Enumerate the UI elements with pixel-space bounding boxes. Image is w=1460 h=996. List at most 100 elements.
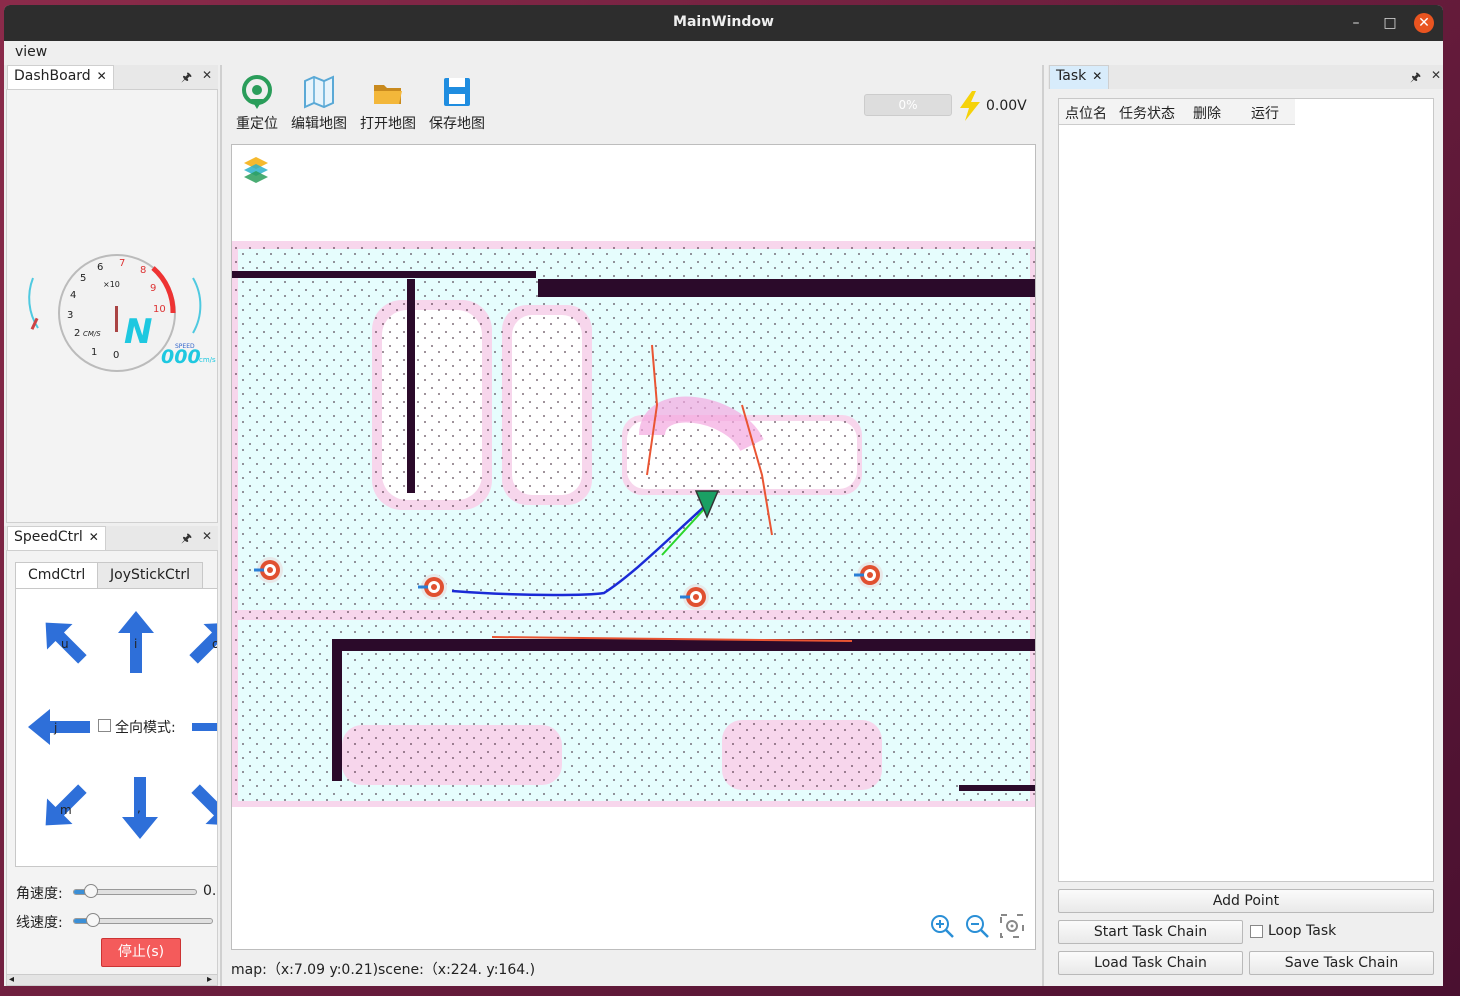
scene-coordinates: scene:（x:224. y:164.) (378, 962, 536, 978)
gauge-tick: 0 (113, 350, 120, 361)
gauge-tick: 10 (153, 304, 166, 315)
angular-speed-value: 0.1 (203, 883, 217, 899)
layers-icon[interactable] (242, 155, 270, 183)
save-map-button[interactable]: 保存地图 (424, 75, 490, 133)
speedctrl-tabbar: CmdCtrl JoyStickCtrl (15, 562, 217, 588)
map-coordinates: map:（x:7.09 y:0.21) (231, 962, 379, 978)
pin-icon[interactable]: 🖈 (1410, 68, 1421, 89)
map-view[interactable] (231, 144, 1036, 950)
angular-speed-slider[interactable] (73, 884, 197, 898)
gauge-tick: 7 (119, 258, 126, 269)
dashboard-panel: ×10 CM/S 1 2 3 4 5 6 7 8 9 10 0 N SPEED … (6, 89, 218, 523)
close-icon[interactable]: ✕ (1414, 13, 1434, 33)
close-icon[interactable]: ✕ (202, 68, 212, 82)
close-icon[interactable]: ✕ (1092, 69, 1102, 83)
gauge-tick: 5 (80, 273, 87, 284)
horizontal-scrollbar[interactable]: ◂ ▸ (7, 974, 217, 985)
relocate-button[interactable]: 重定位 (224, 75, 290, 133)
omni-mode-label: 全向模式: (115, 720, 176, 736)
column-task-status[interactable]: 任务状态 (1119, 103, 1175, 123)
key-comma-label: , (137, 801, 141, 815)
gauge-tick: 1 (91, 347, 98, 358)
save-map-label: 保存地图 (429, 116, 485, 132)
gauge-tick: 3 (67, 310, 74, 321)
task-tab[interactable]: Task ✕ (1049, 65, 1110, 89)
relocate-icon (242, 75, 272, 109)
gauge-needle (115, 306, 118, 332)
save-icon (444, 78, 470, 106)
start-task-chain-button[interactable]: Start Task Chain (1058, 920, 1243, 944)
tab-cmdctrl[interactable]: CmdCtrl (15, 562, 99, 588)
loop-task-label: Loop Task (1268, 923, 1337, 939)
stop-button[interactable]: 停止(s) (101, 938, 181, 967)
speed-value: 000 (161, 346, 201, 368)
zoom-in-icon[interactable] (929, 913, 955, 939)
progress-bar: 0% (864, 94, 952, 116)
task-table-header: 点位名 任务状态 删除 运行 (1059, 99, 1295, 125)
main-window: MainWindow – □ ✕ view DashBoard ✕ 🖈 ✕ ×10… (4, 5, 1443, 986)
title-bar: MainWindow – □ ✕ (4, 5, 1443, 41)
gauge-tick: 4 (70, 290, 77, 301)
key-i-label: i (134, 637, 138, 651)
arrow-left-button[interactable] (26, 707, 92, 747)
gauge-multiplier: ×10 (103, 280, 120, 289)
slider-handle[interactable] (84, 884, 98, 898)
minimize-icon[interactable]: – (1346, 13, 1366, 33)
open-map-label: 打开地图 (360, 116, 416, 132)
key-m-label: m (60, 803, 72, 817)
load-task-chain-button[interactable]: Load Task Chain (1058, 951, 1243, 975)
occupancy-map (232, 241, 1035, 949)
gear-indicator: N (124, 312, 153, 352)
gauge-tick: 2 (74, 328, 81, 339)
open-map-button[interactable]: 打开地图 (355, 75, 421, 133)
close-icon[interactable]: ✕ (89, 530, 99, 544)
scroll-left-icon[interactable]: ◂ (9, 974, 14, 985)
pin-icon[interactable]: 🖈 (181, 529, 192, 550)
speed-unit: cm/s (199, 356, 216, 364)
dashboard-tab[interactable]: DashBoard ✕ (7, 65, 114, 89)
add-point-button[interactable]: Add Point (1058, 889, 1434, 913)
loop-task-checkbox[interactable] (1250, 925, 1263, 938)
cmdctrl-pane: u i o j 全向模式: m , (15, 588, 218, 867)
close-icon[interactable]: ✕ (97, 69, 107, 83)
close-icon[interactable]: ✕ (202, 529, 212, 543)
angular-speed-label: 角速度: (16, 886, 63, 902)
dashboard-dock-title: DashBoard ✕ 🖈 ✕ (4, 65, 218, 89)
battery-bolt-icon (960, 91, 980, 121)
key-j-label: j (54, 721, 58, 735)
window-title: MainWindow (673, 14, 774, 30)
menu-view[interactable]: view (15, 44, 47, 60)
scroll-right-icon[interactable]: ▸ (207, 974, 212, 985)
maximize-icon[interactable]: □ (1380, 13, 1400, 33)
key-o-label: o (212, 637, 217, 651)
column-point-name[interactable]: 点位名 (1065, 103, 1107, 123)
zoom-out-icon[interactable] (964, 913, 990, 939)
column-run[interactable]: 运行 (1251, 103, 1279, 123)
dashboard-title: DashBoard (14, 68, 91, 84)
linear-speed-value: 0 (217, 912, 218, 928)
arrow-right-button[interactable] (192, 719, 218, 735)
speedctrl-tab[interactable]: SpeedCtrl ✕ (7, 526, 106, 550)
speedctrl-title: SpeedCtrl (14, 529, 83, 545)
edit-map-button[interactable]: 编辑地图 (286, 75, 352, 133)
pin-icon[interactable]: 🖈 (181, 68, 192, 89)
gauge-tick: 9 (150, 283, 157, 294)
column-delete[interactable]: 删除 (1193, 103, 1221, 123)
tab-joystickctrl[interactable]: JoyStickCtrl (97, 562, 203, 588)
relocate-label: 重定位 (236, 116, 278, 132)
focus-icon[interactable] (999, 913, 1025, 939)
slider-handle[interactable] (86, 913, 100, 927)
speedctrl-dock-title: SpeedCtrl ✕ 🖈 ✕ (4, 526, 218, 550)
linear-speed-label: 线速度: (16, 915, 63, 931)
arrow-down-right-button[interactable] (186, 779, 218, 835)
task-table[interactable]: 点位名 任务状态 删除 运行 (1058, 98, 1434, 882)
gauge-tick: 8 (140, 265, 147, 276)
speedctrl-panel: CmdCtrl JoyStickCtrl u i o j 全向模式: m , 角… (6, 550, 218, 986)
gauge-unit: CM/S (83, 330, 101, 338)
edit-map-icon (304, 75, 334, 109)
folder-open-icon (374, 85, 402, 104)
omni-mode-checkbox[interactable] (98, 719, 111, 732)
linear-speed-slider[interactable] (73, 913, 213, 927)
save-task-chain-button[interactable]: Save Task Chain (1249, 951, 1434, 975)
close-icon[interactable]: ✕ (1431, 68, 1441, 82)
